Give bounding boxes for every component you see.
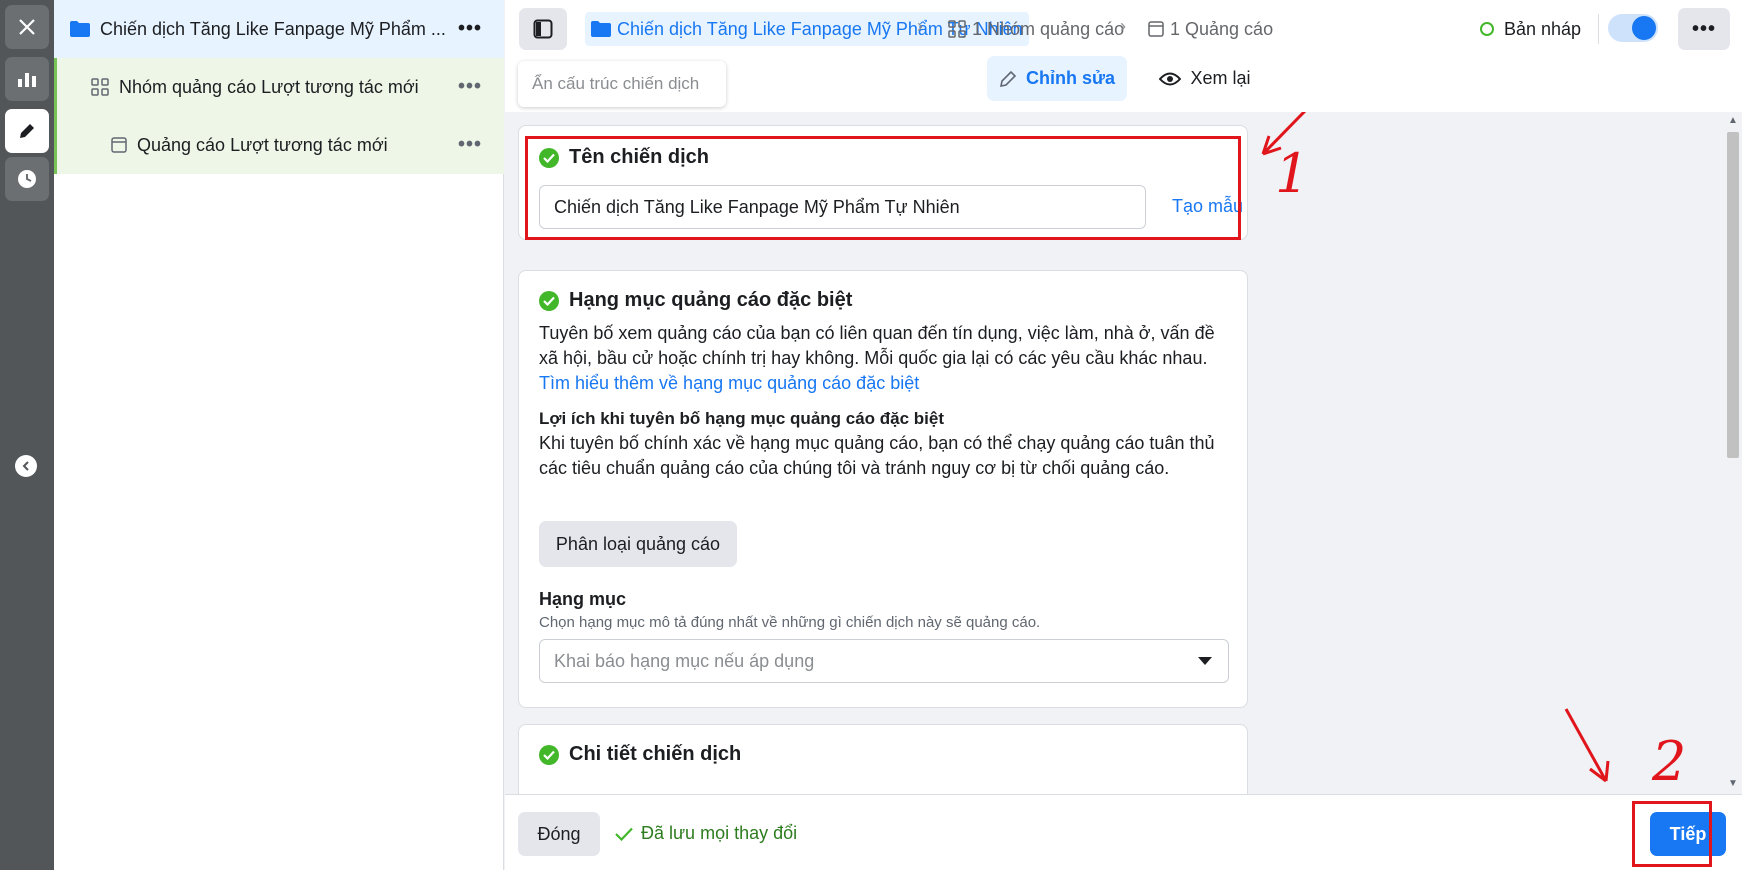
- special-category-heading: Hạng mục quảng cáo đặc biệt: [539, 289, 852, 312]
- breadcrumb-ad-label: 1 Quảng cáo: [1170, 18, 1274, 39]
- category-select[interactable]: Khai báo hạng mục nếu áp dụng: [539, 639, 1229, 683]
- category-select-placeholder: Khai báo hạng mục nếu áp dụng: [554, 650, 815, 671]
- scroll-up-arrow-icon[interactable]: ▲: [1728, 115, 1738, 126]
- tree-campaign-label: Chiến dịch Tăng Like Fanpage Mỹ Phẩm ...: [100, 18, 446, 39]
- collapse-panel-button[interactable]: [15, 455, 37, 477]
- annotation-box-2: [1632, 801, 1712, 867]
- draft-status-label: Bản nháp: [1504, 18, 1582, 39]
- reporting-button[interactable]: [5, 57, 49, 101]
- chevron-left-icon: [22, 461, 29, 471]
- editor-content: Tên chiến dịch Chiến dịch Tăng Like Fanp…: [505, 112, 1723, 794]
- scroll-thumb[interactable]: [1727, 132, 1739, 458]
- ad-page-icon: [111, 137, 127, 153]
- special-category-card: Hạng mục quảng cáo đặc biệt Tuyên bố xem…: [518, 270, 1248, 708]
- breadcrumb-ad[interactable]: 1 Quảng cáo: [1148, 12, 1273, 46]
- campaign-more-button[interactable]: •••: [458, 18, 482, 41]
- classify-ad-button[interactable]: Phân loại quảng cáo: [539, 521, 737, 567]
- annotation-arrow-1: [1261, 112, 1307, 156]
- close-editor-button[interactable]: [5, 5, 49, 49]
- toggle-structure-button[interactable]: [519, 8, 567, 50]
- caret-down-icon: [1198, 657, 1212, 665]
- eye-icon: [1159, 72, 1182, 85]
- folder-icon: [591, 21, 611, 37]
- check-circle-icon: [539, 744, 559, 765]
- tree-item-adset[interactable]: Nhóm quảng cáo Lượt tương tác mới •••: [54, 58, 504, 116]
- tab-edit[interactable]: Chỉnh sửa: [987, 56, 1127, 101]
- category-help-text: Chọn hạng mục mô tả đúng nhất về những g…: [539, 614, 1041, 631]
- pencil-icon: [999, 70, 1017, 87]
- clock-icon: [18, 170, 36, 188]
- saved-status-label: Đã lưu mọi thay đổi: [641, 823, 798, 843]
- close-button[interactable]: Đóng: [518, 812, 600, 856]
- campaign-on-off-toggle[interactable]: [1608, 14, 1658, 42]
- pencil-icon: [20, 124, 34, 138]
- hide-structure-tooltip: Ẩn cấu trúc chiến dịch: [518, 61, 726, 107]
- campaign-structure-tree: Chiến dịch Tăng Like Fanpage Mỹ Phẩm ...…: [54, 0, 504, 870]
- breadcrumb-separator: ›: [917, 16, 923, 36]
- tree-adset-label: Nhóm quảng cáo Lượt tương tác mới: [119, 76, 419, 97]
- tree-ad-label: Quảng cáo Lượt tương tác mới: [137, 134, 388, 155]
- category-label: Hạng mục: [539, 589, 627, 609]
- folder-icon: [70, 21, 90, 37]
- annotation-box-1: [525, 136, 1241, 240]
- sidebar-panel-icon: [533, 19, 553, 39]
- scroll-down-arrow-icon[interactable]: ▼: [1728, 778, 1738, 789]
- tab-review[interactable]: Xem lại: [1145, 56, 1265, 101]
- editor-top-bar: Chiến dịch Tăng Like Fanpage Mỹ Phẩm Tự …: [505, 0, 1742, 112]
- check-circle-icon: [539, 290, 559, 311]
- special-category-title: Hạng mục quảng cáo đặc biệt: [569, 289, 853, 311]
- adset-grid-icon: [948, 20, 966, 38]
- special-category-description-text: Tuyên bố xem quảng cáo của bạn có liên q…: [539, 323, 1215, 368]
- history-button[interactable]: [5, 157, 49, 201]
- toggle-knob: [1632, 16, 1656, 40]
- divider: [1598, 14, 1599, 44]
- annotation-arrow-2: [1564, 708, 1610, 783]
- draft-status-icon: [1480, 22, 1494, 36]
- more-options-button[interactable]: •••: [1678, 8, 1730, 50]
- tree-item-ad[interactable]: Quảng cáo Lượt tương tác mới •••: [54, 116, 504, 174]
- adset-grid-icon: [91, 78, 109, 96]
- benefit-heading: Lợi ích khi tuyên bố hạng mục quảng cáo …: [539, 409, 945, 428]
- ad-more-button[interactable]: •••: [458, 134, 482, 157]
- breadcrumb-separator: ›: [1120, 16, 1126, 36]
- edit-mode-button[interactable]: [5, 109, 49, 153]
- campaign-details-card: Chi tiết chiến dịch: [518, 724, 1248, 794]
- adset-more-button[interactable]: •••: [458, 76, 482, 99]
- ad-page-icon: [1148, 21, 1164, 37]
- content-scrollbar[interactable]: ▲ ▼: [1723, 112, 1742, 794]
- checkmark-icon: [615, 827, 633, 841]
- learn-more-link[interactable]: Tìm hiểu thêm về hạng mục quảng cáo đặc …: [539, 373, 919, 393]
- campaign-details-title: Chi tiết chiến dịch: [569, 743, 742, 765]
- tab-edit-label: Chỉnh sửa: [1025, 68, 1116, 88]
- close-icon: [19, 19, 35, 35]
- editor-footer: Đóng Đã lưu mọi thay đổi Tiếp: [505, 794, 1742, 870]
- campaign-details-heading: Chi tiết chiến dịch: [539, 743, 741, 766]
- draft-status: Bản nháp: [1480, 12, 1581, 46]
- breadcrumb-adset-label: 1 Nhóm quảng cáo: [972, 18, 1125, 39]
- bar-chart-icon: [18, 73, 36, 87]
- saved-status: Đã lưu mọi thay đổi: [615, 823, 797, 844]
- benefit-text: Khi tuyên bố chính xác về hạng mục quảng…: [539, 433, 1215, 478]
- tree-item-campaign[interactable]: Chiến dịch Tăng Like Fanpage Mỹ Phẩm ...…: [54, 0, 504, 58]
- special-category-description: Tuyên bố xem quảng cáo của bạn có liên q…: [539, 321, 1229, 396]
- benefit-section: Lợi ích khi tuyên bố hạng mục quảng cáo …: [539, 406, 1229, 481]
- annotation-number-2: 2: [1652, 730, 1687, 793]
- left-rail: [0, 0, 54, 870]
- breadcrumb-adset[interactable]: 1 Nhóm quảng cáo: [948, 12, 1124, 46]
- tab-review-label: Xem lại: [1190, 68, 1251, 88]
